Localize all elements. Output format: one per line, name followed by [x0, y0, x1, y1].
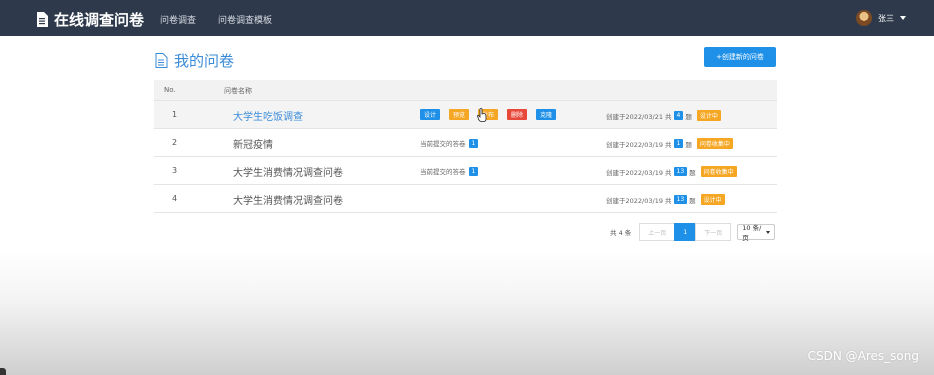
question-count-badge: 13 [673, 167, 688, 176]
question-unit: 题 [689, 168, 696, 177]
status-badge: 设计中 [696, 110, 721, 121]
table-header: No. 问卷名称 [154, 80, 777, 100]
clone-button[interactable]: 克隆 [536, 109, 557, 120]
table-row: 3 大学生消费情况调查问卷 当前提交的答卷 1 创建于2022/03/19 共 … [154, 156, 777, 184]
survey-name-link[interactable]: 大学生吃饭调查 [233, 108, 303, 123]
chevron-down-icon[interactable] [900, 16, 906, 20]
submitted-count-badge: 1 [468, 138, 479, 148]
prev-page-button[interactable]: 上一页 [639, 223, 676, 241]
page-title: 我的问卷 [155, 50, 234, 71]
table-row: 1 大学生吃饭调查 设计 预览 发布 删除 克隆 创建于2022/03/21 共… [154, 100, 777, 128]
table-row: 4 大学生消费情况调查问卷 创建于2022/03/19 共 13 题 设计中 [154, 184, 777, 213]
watermark: CSDN @Ares_song [807, 349, 919, 363]
next-page-button[interactable]: 下一页 [695, 223, 732, 241]
survey-table: No. 问卷名称 1 大学生吃饭调查 设计 预览 发布 删除 克隆 创建于202… [154, 80, 777, 213]
header-name: 问卷名称 [224, 87, 252, 95]
status-badge: 设计中 [700, 194, 725, 205]
document-icon [155, 53, 168, 68]
survey-name[interactable]: 新冠疫情 [233, 136, 273, 151]
submitted-count-badge: 1 [468, 166, 479, 176]
brand-title: 在线调查问卷 [54, 11, 145, 29]
hand-cursor-icon [477, 108, 487, 122]
design-button[interactable]: 设计 [420, 109, 441, 120]
pagination: 共 4 条 上一页 1 下一页 10 条/页 [610, 223, 776, 242]
submitted-label: 当前提交的答卷 [420, 168, 466, 176]
question-count-badge: 13 [673, 195, 688, 204]
page-1-button[interactable]: 1 [674, 223, 697, 241]
user-name[interactable]: 张三 [878, 13, 894, 24]
nav-link-survey[interactable]: 问卷调查 [160, 13, 196, 26]
corner-marker [0, 368, 6, 375]
survey-name[interactable]: 大学生消费情况调查问卷 [233, 164, 343, 179]
created-date: 创建于2022/03/21 共 [606, 112, 672, 121]
created-date: 创建于2022/03/19 共 [606, 168, 672, 177]
brand[interactable]: 在线调查问卷 [36, 9, 144, 30]
page-size-value: 10 条/页 [742, 224, 762, 242]
preview-button[interactable]: 预览 [449, 109, 470, 120]
created-date: 创建于2022/03/19 共 [606, 140, 672, 149]
status-badge: 问卷收集中 [696, 138, 733, 149]
submitted-info: 当前提交的答卷 1 [420, 166, 479, 176]
document-icon [37, 12, 48, 27]
total-count: 共 4 条 [610, 229, 632, 237]
row-actions: 设计 预览 发布 删除 克隆 [420, 109, 557, 120]
delete-button[interactable]: 删除 [507, 109, 528, 120]
question-unit: 题 [685, 112, 692, 121]
survey-name[interactable]: 大学生消费情况调查问卷 [233, 192, 343, 207]
chevron-down-icon [766, 230, 771, 234]
page-size-select[interactable]: 10 条/页 [737, 224, 776, 242]
row-number: 3 [172, 166, 178, 175]
submitted-label: 当前提交的答卷 [420, 140, 466, 148]
row-info: 创建于2022/03/19 共 1 题 问卷收集中 [606, 138, 733, 149]
row-info: 创建于2022/03/19 共 13 题 问卷收集中 [606, 166, 737, 177]
avatar[interactable] [856, 10, 872, 26]
user-menu[interactable]: 张三 [856, 10, 906, 26]
top-navbar: 在线调查问卷 问卷调查 问卷调查模板 张三 [0, 0, 934, 36]
table-row: 2 新冠疫情 当前提交的答卷 1 创建于2022/03/19 共 1 题 问卷收… [154, 128, 777, 156]
question-count-badge: 4 [673, 111, 684, 120]
nav-link-templates[interactable]: 问卷调查模板 [218, 13, 272, 26]
page-title-text: 我的问卷 [174, 52, 235, 70]
row-number: 1 [172, 110, 178, 119]
row-number: 4 [172, 194, 178, 203]
row-info: 创建于2022/03/19 共 13 题 设计中 [606, 194, 725, 205]
row-info: 创建于2022/03/21 共 4 题 设计中 [606, 110, 721, 121]
question-unit: 题 [685, 140, 692, 149]
status-badge: 问卷收集中 [700, 166, 737, 177]
header-no: No. [164, 86, 176, 94]
create-survey-button[interactable]: +创建新的问卷 [704, 47, 776, 67]
row-number: 2 [172, 138, 178, 147]
question-unit: 题 [689, 196, 696, 205]
created-date: 创建于2022/03/19 共 [606, 196, 672, 205]
question-count-badge: 1 [673, 139, 684, 148]
submitted-info: 当前提交的答卷 1 [420, 138, 479, 148]
